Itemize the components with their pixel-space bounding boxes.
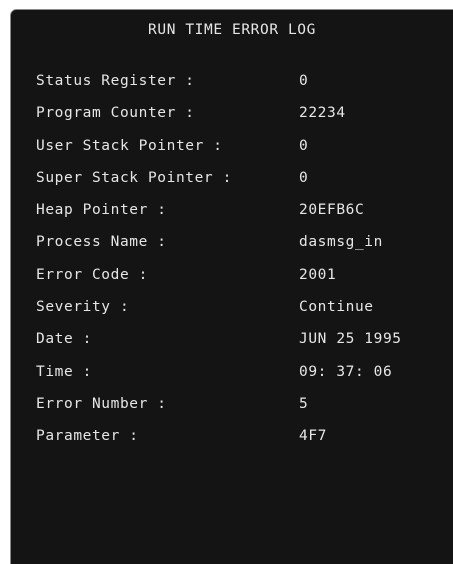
error-log-screen: RUN TIME ERROR LOG Status Register : 0 P… (11, 10, 453, 564)
field-value: 0 (299, 169, 309, 186)
field-row-heap-pointer: Heap Pointer : 20EFB6C (36, 200, 446, 232)
field-row-super-stack-pointer: Super Stack Pointer : 0 (36, 168, 446, 200)
field-label: Program Counter : (36, 105, 195, 122)
field-row-time: Time : 09: 37: 06 (36, 362, 446, 394)
log-fields: Status Register : 0 Program Counter : 22… (36, 71, 446, 459)
field-value: Continue (299, 299, 374, 316)
field-row-error-number: Error Number : 5 (36, 394, 446, 426)
field-value: 22234 (299, 105, 346, 122)
field-label: Severity : (36, 299, 130, 316)
field-label: Date : (36, 331, 92, 348)
field-value: 0 (299, 137, 309, 154)
field-value: dasmsg_in (299, 234, 383, 251)
field-label: Process Name : (36, 234, 167, 251)
field-label: Error Number : (36, 395, 167, 412)
field-value: 5 (299, 395, 309, 412)
field-label: Error Code : (36, 266, 148, 283)
field-row-error-code: Error Code : 2001 (36, 265, 446, 297)
field-row-severity: Severity : Continue (36, 297, 446, 329)
field-value: JUN 25 1995 (299, 331, 402, 348)
field-label: Heap Pointer : (36, 202, 167, 219)
log-title: RUN TIME ERROR LOG (148, 22, 316, 38)
field-row-process-name: Process Name : dasmsg_in (36, 232, 446, 264)
field-row-date: Date : JUN 25 1995 (36, 329, 446, 361)
field-label: User Stack Pointer : (36, 137, 223, 154)
field-row-status-register: Status Register : 0 (36, 71, 446, 103)
field-value: 4F7 (299, 428, 327, 445)
field-value: 2001 (299, 266, 337, 283)
field-label: Super Stack Pointer : (36, 169, 232, 186)
field-value: 20EFB6C (299, 202, 365, 219)
field-value: 0 (299, 73, 309, 89)
field-label: Parameter : (36, 428, 139, 445)
field-row-user-stack-pointer: User Stack Pointer : 0 (36, 136, 446, 168)
field-value: 09: 37: 06 (299, 363, 393, 380)
field-row-program-counter: Program Counter : 22234 (36, 103, 446, 135)
field-row-parameter: Parameter : 4F7 (36, 426, 446, 458)
field-label: Time : (36, 363, 92, 380)
field-label: Status Register : (36, 73, 195, 89)
